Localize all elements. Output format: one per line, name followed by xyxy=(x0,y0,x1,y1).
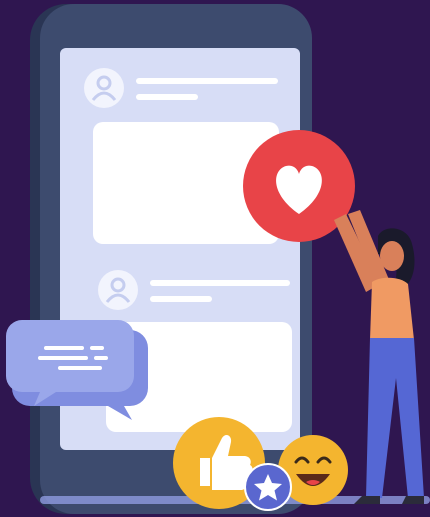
post-1-meta-line xyxy=(136,94,198,100)
chat-line-1 xyxy=(44,346,84,350)
chat-bubble-icon xyxy=(6,320,148,420)
phone xyxy=(30,4,312,514)
post-1-name-line xyxy=(136,78,278,84)
chat-line-1b xyxy=(90,346,104,350)
woman-top xyxy=(370,277,414,340)
post-2-name-line xyxy=(150,280,290,286)
woman-head xyxy=(380,241,404,271)
social-media-illustration xyxy=(0,0,430,517)
post-2-meta-line xyxy=(150,296,212,302)
star-badge xyxy=(244,463,292,511)
chat-line-3 xyxy=(58,366,102,370)
chat-line-2b xyxy=(94,356,108,360)
chat-line-2 xyxy=(38,356,88,360)
